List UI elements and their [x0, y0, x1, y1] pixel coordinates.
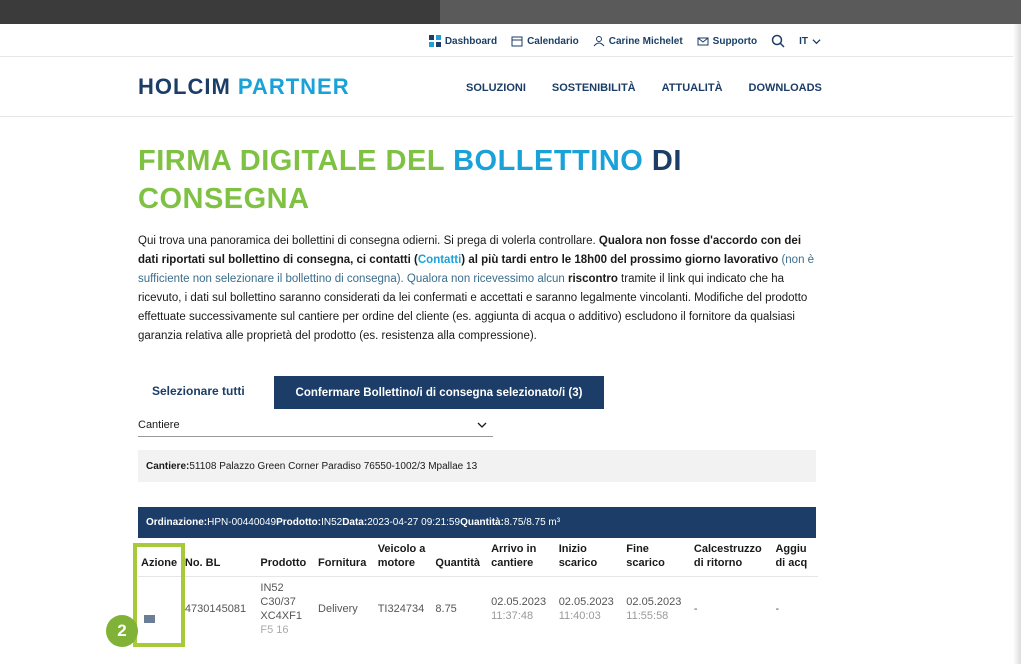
- prodotto-line-3: XC4XF1: [260, 610, 302, 622]
- cantiere-value: 51108 Palazzo Green Corner Paradiso 7655…: [189, 460, 478, 472]
- calendario-link[interactable]: Calendario: [511, 35, 579, 47]
- prodotto-line-1: IN52: [260, 582, 284, 594]
- col-ritorno: Calcestruzzo di ritorno: [690, 538, 773, 577]
- dashboard-label: Dashboard: [444, 35, 498, 47]
- inizio-time: 11:40:03: [558, 610, 601, 622]
- cell-prodotto: IN52 C30/37 XC4XF1 F5 16: [257, 577, 315, 642]
- title-part-3: DI: [643, 145, 682, 177]
- dashboard-link[interactable]: Dashboard: [428, 35, 498, 47]
- step-badge: 2: [106, 615, 138, 647]
- quantity-label: Quantità:: [460, 517, 504, 528]
- logo-part-holcim: HOLCIM: [138, 74, 231, 99]
- cell-inizio: 02.05.2023 11:40:03: [556, 577, 624, 642]
- arrivo-date: 02.05.2023: [491, 596, 547, 608]
- page-title: FIRMA DIGITALE DEL BOLLETTINO DI CONSEGN…: [138, 142, 778, 218]
- date-label: Data:: [342, 517, 368, 528]
- azione-highlight-box: [133, 543, 185, 647]
- language-label: IT: [799, 35, 808, 47]
- main-nav: SOLUZIONI SOSTENIBILITÀ ATTUALITÀ DOWNLO…: [466, 82, 822, 94]
- nav-downloads[interactable]: DOWNLOADS: [749, 82, 822, 94]
- fine-time: 11:55:58: [626, 610, 669, 622]
- col-arrivo: Arrivo in cantiere: [488, 538, 556, 577]
- right-edge-shadow: [1013, 24, 1021, 664]
- title-part-1: FIRMA DIGITALE DEL: [138, 145, 454, 177]
- delivery-table: Azione No. BL Prodotto Fornitura Veicolo…: [138, 538, 818, 641]
- col-fine: Fine scarico: [623, 538, 691, 577]
- intro-paragraph: Qui trova una panoramica dei bollettini …: [138, 232, 822, 346]
- screen-top-band: [0, 0, 1021, 24]
- title-part-2: BOLLETTINO: [453, 145, 644, 177]
- cell-quantita: 8.75: [435, 603, 457, 615]
- col-no-bl: No. BL: [181, 538, 258, 577]
- arrivo-time: 11:37:48: [491, 610, 534, 622]
- chevron-down-icon: [477, 422, 487, 428]
- user-name: Carine Michelet: [608, 35, 683, 47]
- chevron-down-icon: [812, 38, 821, 44]
- inizio-date: 02.05.2023: [558, 596, 614, 608]
- title-part-4: CONSEGNA: [138, 183, 310, 215]
- intro-text-1: Qui trova una panoramica dei bollettini …: [138, 235, 599, 247]
- col-quantita: Quantità: [432, 538, 489, 577]
- contatti-link[interactable]: Contatti: [418, 254, 461, 266]
- cell-ritorno: -: [693, 603, 698, 615]
- nav-soluzioni[interactable]: SOLUZIONI: [466, 82, 526, 94]
- col-prodotto: Prodotto: [257, 538, 316, 577]
- dashboard-icon: [428, 35, 441, 47]
- cantiere-select[interactable]: Cantiere: [138, 414, 493, 437]
- logo-part-partner: PARTNER: [237, 74, 350, 99]
- col-fornitura: Fornitura: [315, 538, 375, 577]
- select-all-button[interactable]: Selezionare tutti: [152, 384, 245, 398]
- mail-icon: [697, 37, 709, 46]
- product-value: IN52: [321, 517, 343, 528]
- fine-date: 02.05.2023: [626, 596, 682, 608]
- quantity-value: 8.75/8.75 m³: [503, 517, 561, 528]
- utility-bar: Dashboard Calendario Carine Michelet Sup…: [428, 34, 821, 48]
- utility-divider: [0, 56, 1021, 57]
- col-aggiunta: Aggiu di acq: [772, 538, 818, 577]
- table-header-row: Azione No. BL Prodotto Fornitura Veicolo…: [138, 538, 818, 577]
- supporto-link[interactable]: Supporto: [697, 35, 757, 47]
- holcim-partner-logo[interactable]: HOLCIM PARTNER: [138, 74, 350, 100]
- cell-veicolo: TI324734: [377, 603, 425, 615]
- language-selector[interactable]: IT: [799, 36, 821, 47]
- cell-fornitura: Delivery: [318, 603, 358, 615]
- date-value: 2023-04-27 09:21:59: [367, 517, 461, 528]
- order-header: Ordinazione: HPN-00440049 Prodotto: IN52…: [138, 507, 816, 538]
- prodotto-line-4: F5 16: [260, 624, 289, 636]
- cantiere-select-value: Cantiere: [138, 419, 180, 431]
- user-menu[interactable]: Carine Michelet: [593, 35, 683, 47]
- supporto-label: Supporto: [712, 35, 758, 47]
- cantiere-label: Cantiere:: [146, 460, 190, 472]
- prodotto-line-2: C30/37: [260, 596, 296, 608]
- cantiere-info: Cantiere: 51108 Palazzo Green Corner Par…: [138, 450, 816, 482]
- cell-fine: 02.05.2023 11:55:58: [623, 577, 691, 642]
- search-button[interactable]: [771, 34, 785, 48]
- table-row: 4730145081 IN52 C30/37 XC4XF1 F5 16 Deli…: [138, 577, 818, 642]
- cell-arrivo: 02.05.2023 11:37:48: [488, 577, 556, 642]
- col-veicolo: Veicolo a motore: [374, 538, 433, 577]
- nav-divider: [0, 116, 1021, 117]
- cell-no-bl: 4730145081: [184, 603, 247, 615]
- order-value: HPN-00440049: [207, 517, 277, 528]
- search-icon: [771, 34, 785, 48]
- calendar-icon: [511, 36, 523, 47]
- confirm-button[interactable]: Confermare Bollettino/i di consegna sele…: [274, 376, 604, 409]
- col-inizio: Inizio scarico: [555, 538, 624, 577]
- intro-bold-3: riscontro: [568, 273, 618, 285]
- nav-sostenibilita[interactable]: SOSTENIBILITÀ: [552, 82, 636, 94]
- calendario-label: Calendario: [527, 35, 579, 47]
- intro-bold-2: ) al più tardi entro le 18h00 del prossi…: [461, 254, 779, 266]
- user-icon: [593, 36, 605, 47]
- order-label: Ordinazione:: [146, 517, 208, 528]
- cell-aggiunta: -: [775, 603, 780, 615]
- nav-attualita[interactable]: ATTUALITÀ: [662, 82, 723, 94]
- product-label: Prodotto:: [276, 517, 322, 528]
